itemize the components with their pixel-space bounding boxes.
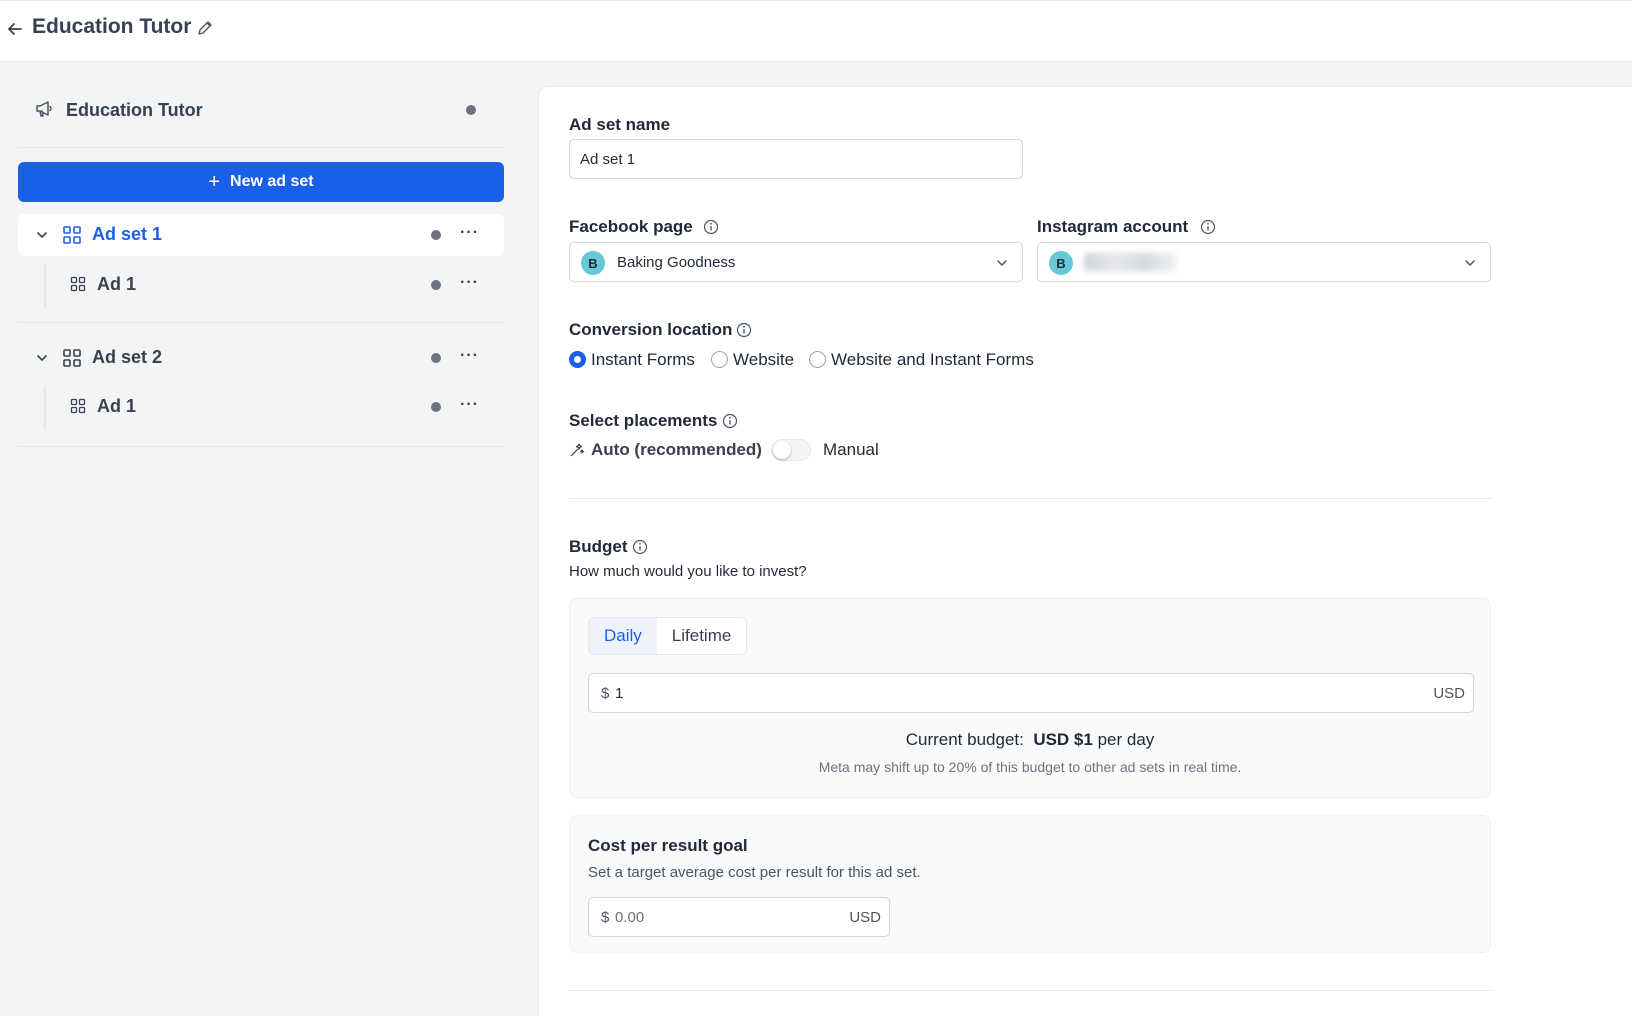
divider: [18, 446, 504, 447]
grid-icon: [62, 225, 82, 245]
ad-set-label: Ad set 1: [92, 224, 163, 244]
radio-instant-forms[interactable]: [569, 351, 586, 368]
current-budget-prefix: Current budget:: [905, 730, 1024, 749]
placements-auto-label: Auto (recommended): [591, 440, 762, 459]
page-title: Education Tutor: [32, 15, 192, 38]
budget-currency: USD: [1433, 685, 1465, 702]
plus-icon: +: [208, 171, 221, 193]
current-budget-suffix: per day: [1097, 730, 1155, 749]
radio-label-instant-forms[interactable]: Instant Forms: [591, 350, 695, 370]
top-bar: Education Tutor: [0, 0, 1632, 62]
sparkle-wand-icon: [569, 442, 585, 458]
radio-label-website[interactable]: Website: [733, 350, 794, 370]
ad-label: Ad 1: [97, 396, 137, 416]
page-avatar: B: [581, 251, 605, 275]
toggle-knob: [773, 441, 791, 459]
placements-toggle[interactable]: [771, 439, 811, 461]
grid-icon: [70, 398, 86, 414]
budget-amount-input[interactable]: $ 1 USD: [588, 673, 1474, 713]
budget-question: How much would you like to invest?: [569, 563, 807, 580]
select-placements-label: Select placements: [569, 411, 718, 430]
budget-note: Meta may shift up to 20% of this budget …: [818, 759, 1242, 775]
radio-website[interactable]: [711, 351, 728, 368]
budget-amount-value: 1: [615, 685, 624, 702]
instagram-account-select[interactable]: B: [1037, 242, 1491, 282]
more-options-icon[interactable]: ···: [460, 396, 479, 414]
chevron-down-icon[interactable]: [34, 350, 50, 366]
cost-goal-label: Cost per result goal: [588, 836, 748, 855]
info-icon[interactable]: [736, 322, 752, 338]
back-arrow-icon[interactable]: [4, 18, 26, 40]
facebook-page-select[interactable]: B Baking Goodness: [569, 242, 1023, 282]
tab-lifetime[interactable]: Lifetime: [657, 618, 747, 654]
info-icon[interactable]: [722, 413, 738, 429]
divider: [569, 990, 1491, 991]
status-dot: [431, 353, 441, 363]
facebook-page-label: Facebook page: [569, 217, 693, 236]
new-ad-set-label: New ad set: [230, 173, 314, 190]
current-budget-line: Current budget: USD $1 per day: [570, 730, 1490, 750]
divider: [18, 322, 504, 323]
ad-set-label: Ad set 2: [92, 347, 163, 367]
ad-set-row[interactable]: Ad set 2 ···: [18, 337, 504, 379]
radio-label-website-and-instant-forms[interactable]: Website and Instant Forms: [831, 350, 1034, 370]
conversion-location-label: Conversion location: [569, 320, 733, 339]
info-icon[interactable]: [632, 539, 648, 555]
tab-daily[interactable]: Daily: [589, 618, 657, 654]
grid-icon: [62, 348, 82, 368]
more-options-icon[interactable]: ···: [460, 347, 479, 365]
radio-website-and-instant-forms[interactable]: [809, 351, 826, 368]
cost-goal-card: Cost per result goal Set a target averag…: [569, 815, 1491, 953]
pencil-icon[interactable]: [196, 19, 216, 39]
ad-set-form-panel: Ad set name Ad set 1 Facebook page B Bak…: [538, 86, 1632, 1016]
status-dot: [466, 105, 476, 115]
new-ad-set-button[interactable]: + New ad set: [18, 162, 504, 202]
current-budget-value: USD $1: [1033, 730, 1093, 749]
currency-symbol: $: [601, 685, 610, 702]
status-dot: [431, 230, 441, 240]
budget-label: Budget: [569, 537, 628, 556]
divider: [569, 498, 1491, 499]
more-options-icon[interactable]: ···: [460, 274, 479, 292]
cost-goal-placeholder: 0.00: [615, 909, 645, 926]
ad-row[interactable]: Ad 1 ···: [18, 386, 504, 428]
ad-label: Ad 1: [97, 274, 137, 294]
ad-set-name-value: Ad set 1: [580, 151, 636, 168]
cost-goal-input[interactable]: $ 0.00 USD: [588, 897, 890, 937]
cost-goal-description: Set a target average cost per result for…: [588, 864, 921, 881]
campaign-row[interactable]: Education Tutor: [18, 92, 504, 148]
budget-type-tabs: Daily Lifetime: [588, 617, 748, 655]
ad-set-name-label: Ad set name: [569, 115, 671, 134]
instagram-account-label: Instagram account: [1037, 217, 1189, 236]
info-icon[interactable]: [1200, 219, 1216, 235]
megaphone-icon: [34, 98, 56, 120]
chevron-down-icon: [994, 255, 1010, 271]
more-options-icon[interactable]: ···: [460, 224, 479, 242]
grid-icon: [70, 276, 86, 292]
redacted-account-name: [1084, 253, 1176, 271]
ad-row[interactable]: Ad 1 ···: [18, 264, 504, 306]
info-icon[interactable]: [703, 219, 719, 235]
ad-set-name-input[interactable]: Ad set 1: [569, 139, 1023, 179]
facebook-page-value: Baking Goodness: [617, 254, 736, 271]
instagram-avatar: B: [1049, 251, 1073, 275]
currency-symbol: $: [601, 909, 610, 926]
status-dot: [431, 402, 441, 412]
campaign-name: Education Tutor: [66, 100, 203, 120]
placements-manual-label: Manual: [823, 440, 879, 459]
ad-set-row[interactable]: Ad set 1 ···: [18, 214, 504, 256]
budget-card: Daily Lifetime $ 1 USD Current budget: U…: [569, 598, 1491, 798]
chevron-down-icon[interactable]: [34, 227, 50, 243]
chevron-down-icon: [1462, 255, 1478, 271]
status-dot: [431, 280, 441, 290]
cost-goal-currency: USD: [849, 909, 881, 926]
